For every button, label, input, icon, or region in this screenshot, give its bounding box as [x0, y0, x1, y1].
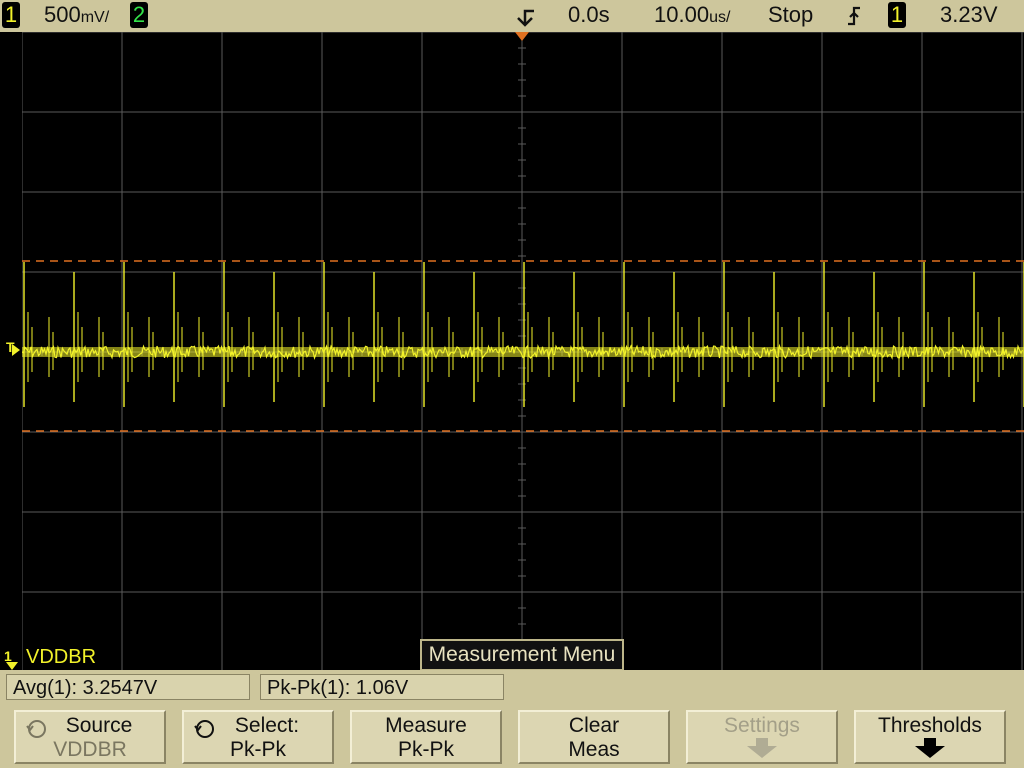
- softkey-value: Meas: [568, 738, 620, 761]
- trigger-time-marker-icon: [515, 32, 529, 41]
- source-softkey[interactable]: Source VDDBR: [14, 710, 166, 764]
- channel-1-indicator[interactable]: 1: [2, 2, 20, 28]
- softkey-title: Clear: [568, 714, 620, 737]
- trigger-level-readout: 3.23V: [940, 2, 998, 27]
- measurement-value: 3.2547V: [82, 677, 158, 699]
- channel-1-scale-unit: mV/: [80, 9, 110, 26]
- channel-1-scale: 500mV/: [44, 2, 109, 31]
- settings-softkey[interactable]: Settings: [686, 710, 838, 764]
- measurement-label: Avg(1):: [13, 677, 78, 699]
- down-arrow-icon: [856, 738, 1004, 762]
- waveform-display: [22, 32, 1024, 670]
- softkey-bar: Source VDDBR Select: Pk-Pk Measure Pk-Pk…: [0, 706, 1024, 768]
- timebase-value: 10.00: [654, 2, 710, 27]
- delay-readout: 0.0s: [568, 2, 610, 27]
- clear-meas-softkey[interactable]: Clear Meas: [518, 710, 670, 764]
- measure-softkey[interactable]: Measure Pk-Pk: [350, 710, 502, 764]
- trigger-level-arrow-icon: [12, 344, 20, 356]
- graticule: [22, 32, 1024, 670]
- measurement-bar: Avg(1): 3.2547V Pk-Pk(1): 1.06V: [0, 670, 1024, 706]
- status-bar: 1 500mV/ 2 0.0s 10.00us/ Stop 1 3.23V: [0, 0, 1024, 32]
- channel-label: VDDBR: [26, 646, 97, 668]
- rising-edge-icon: [846, 6, 862, 32]
- measurement-label: Pk-Pk(1):: [267, 677, 351, 699]
- measurement-avg: Avg(1): 3.2547V: [6, 674, 250, 700]
- ground-arrow-icon: [6, 662, 18, 670]
- softkey-title: Thresholds: [878, 714, 982, 737]
- menu-title: Measurement Menu: [420, 639, 624, 671]
- select-softkey[interactable]: Select: Pk-Pk: [182, 710, 334, 764]
- softkey-value: Pk-Pk: [397, 738, 454, 761]
- measurement-pkpk: Pk-Pk(1): 1.06V: [260, 674, 504, 700]
- rotate-knob-icon: [24, 718, 50, 746]
- softkey-title: Measure: [385, 714, 467, 737]
- down-arrow-icon: [688, 738, 836, 762]
- trigger-source-indicator[interactable]: 1: [888, 2, 906, 28]
- timebase-readout: 10.00us/: [654, 2, 730, 31]
- rotate-knob-icon: [192, 718, 218, 746]
- channel-2-indicator[interactable]: 2: [130, 2, 148, 28]
- softkey-title: Settings: [724, 714, 800, 737]
- measurement-value: 1.06V: [355, 677, 409, 699]
- trigger-position-arrow-icon: [514, 6, 536, 34]
- timebase-unit: us/: [709, 9, 731, 26]
- thresholds-softkey[interactable]: Thresholds: [854, 710, 1006, 764]
- channel-1-scale-value: 500: [44, 2, 81, 27]
- run-state: Stop: [768, 2, 814, 27]
